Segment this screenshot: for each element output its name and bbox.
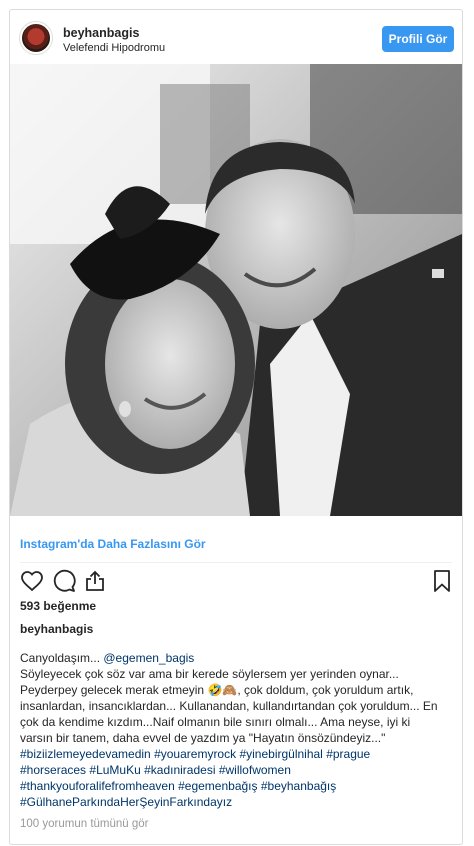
hashtag-link[interactable]: #thankyouforalifefromheaven — [20, 779, 175, 793]
post-photo[interactable] — [10, 64, 462, 516]
view-all-comments-link[interactable]: 100 yorumun tümünü gör — [20, 818, 149, 830]
emoji: 🤣🙈 — [207, 683, 238, 697]
hashtag-line: #GülhaneParkındaHerŞeyinFarkındayız — [20, 794, 456, 810]
caption-text: Canyoldaşım... — [20, 651, 104, 665]
bookmark-icon[interactable] — [430, 569, 456, 595]
hashtag-link[interactable]: #LuMuKu — [89, 763, 140, 777]
hashtag-link[interactable]: #yinebirgülnihal — [239, 747, 322, 761]
hashtag-link[interactable]: #GülhaneParkındaHerŞeyinFarkındayız — [20, 795, 232, 809]
username[interactable]: beyhanbagis — [63, 26, 139, 40]
hashtag-link[interactable]: #youaremyrock — [154, 747, 236, 761]
caption-text: Peyderpey gelecek merak etmeyin — [20, 683, 208, 697]
comment-icon[interactable] — [52, 569, 78, 595]
hashtag-line: #horseraces #LuMuKu #kadıniradesi #willo… — [20, 762, 456, 778]
hashtag-link[interactable]: #egemenbağış — [178, 779, 257, 793]
hashtag-link[interactable]: #prague — [326, 747, 370, 761]
heart-icon[interactable] — [20, 569, 46, 595]
post-photo-image — [10, 64, 462, 516]
hashtag-line: #thankyouforalifefromheaven #egemenbağış… — [20, 778, 456, 794]
action-bar — [10, 563, 462, 599]
caption-line: Peyderpey gelecek merak etmeyin 🤣🙈, çok … — [20, 682, 456, 698]
hashtag-link[interactable]: #willofwomen — [219, 763, 291, 777]
location-link[interactable]: Velefendi Hipodromu — [63, 42, 165, 54]
post-caption: Canyoldaşım... @egemen_bagis Söyleyecek … — [20, 650, 456, 810]
caption-line: insanlardan, insancıklardan... Kullanand… — [20, 699, 438, 713]
avatar[interactable] — [20, 22, 52, 54]
caption-line: çok da kendime kızdım...Naif olmanın bil… — [20, 715, 411, 729]
caption-line: Söyleyecek çok söz var ama bir kerede sö… — [20, 667, 399, 681]
caption-line: Canyoldaşım... @egemen_bagis — [20, 650, 456, 666]
hashtag-line: #biziizlemeyedevamedin #youaremyrock #yi… — [20, 746, 456, 762]
hashtag-link[interactable]: #horseraces — [20, 763, 86, 777]
hashtag-link[interactable]: #kadıniradesi — [144, 763, 215, 777]
caption-line: varsın bir tanem, daha evvel de yazdım y… — [20, 731, 386, 745]
post-owner-username[interactable]: beyhanbagis — [20, 622, 93, 636]
view-more-on-instagram-link[interactable]: Instagram'da Daha Fazlasını Gör — [20, 523, 452, 563]
share-icon[interactable] — [83, 569, 109, 595]
view-profile-button[interactable]: Profili Gör — [382, 26, 454, 52]
like-count[interactable]: 593 beğenme — [20, 599, 96, 613]
post-header: beyhanbagis Velefendi Hipodromu Profili … — [10, 10, 462, 64]
instagram-post-card: beyhanbagis Velefendi Hipodromu Profili … — [9, 9, 463, 845]
caption-text: , çok doldum, çok yoruldum artık, — [237, 683, 414, 697]
hashtag-link[interactable]: #beyhanbağış — [261, 779, 336, 793]
mention-link[interactable]: @egemen_bagis — [103, 651, 194, 665]
view-more-label: Instagram'da Daha Fazlasını Gör — [20, 537, 206, 551]
hashtag-link[interactable]: #biziizlemeyedevamedin — [20, 747, 151, 761]
